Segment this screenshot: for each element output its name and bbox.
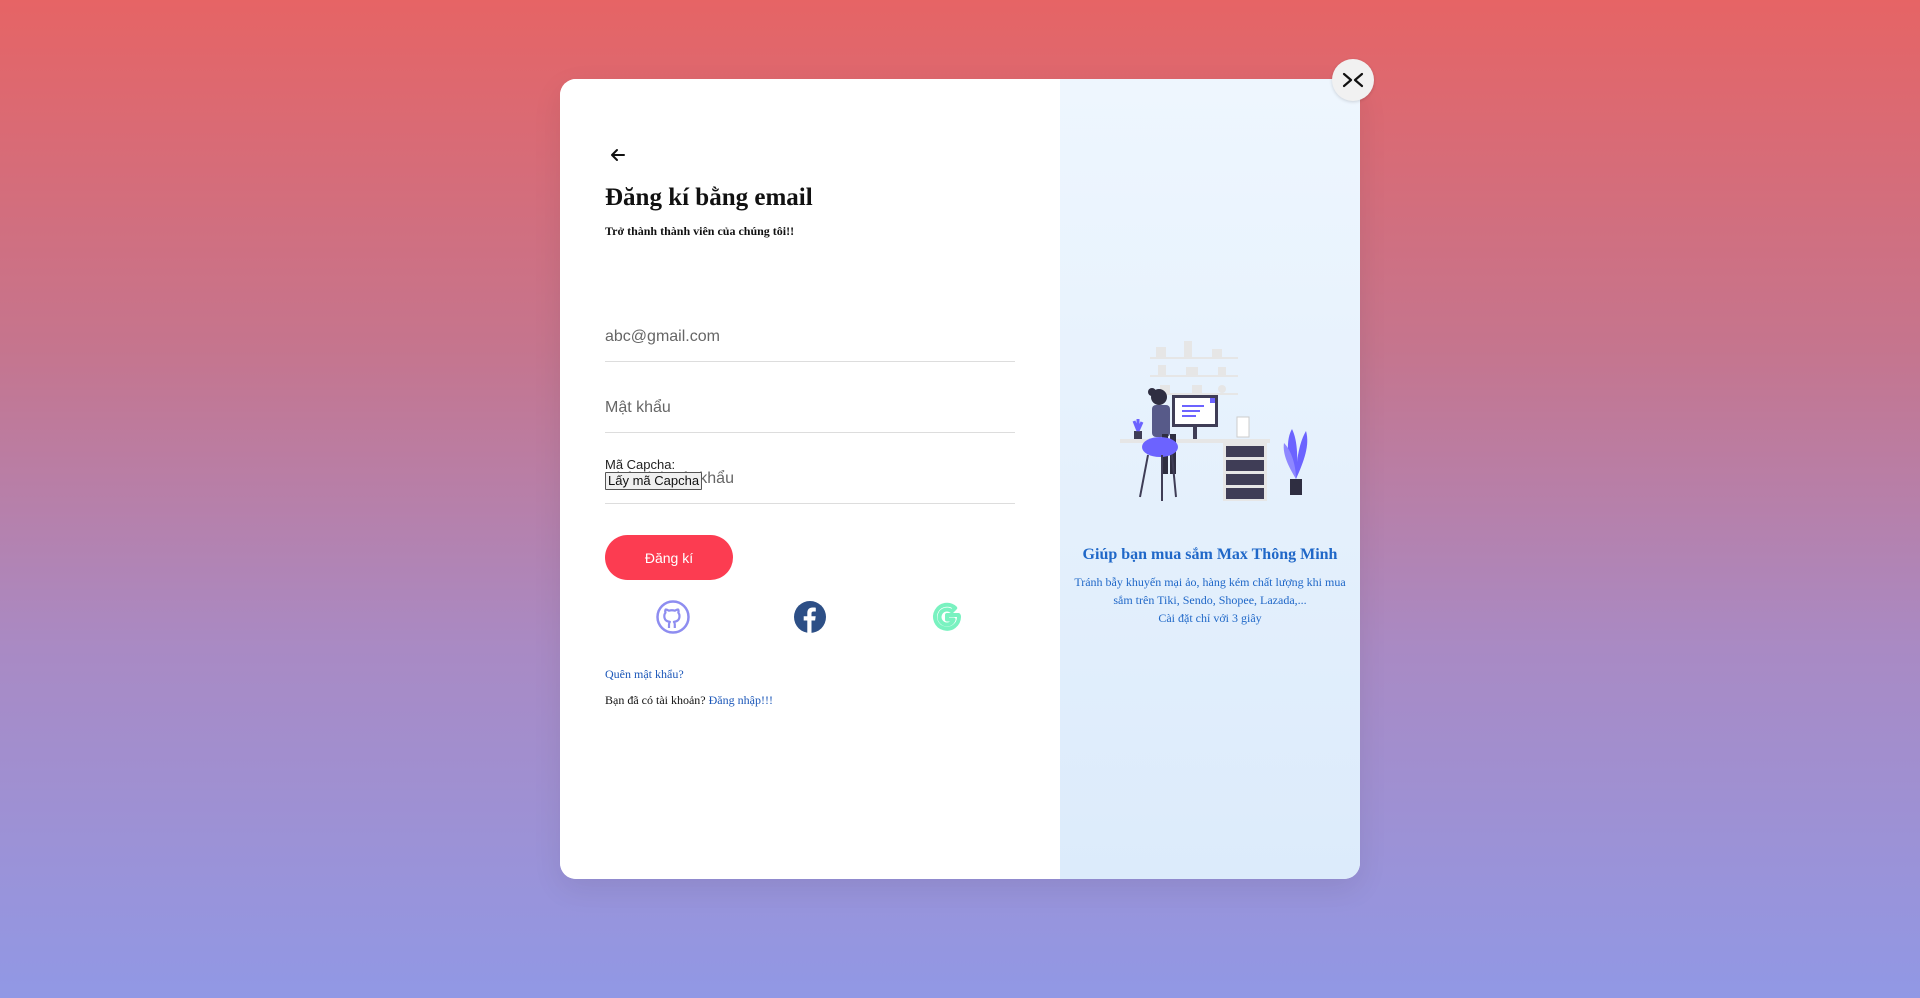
github-icon[interactable] <box>656 600 690 634</box>
promo-description: Tránh bẫy khuyến mại ảo, hàng kém chất l… <box>1060 573 1360 627</box>
login-link[interactable]: Đăng nhập!!! <box>709 693 773 707</box>
promo-title: Giúp bạn mua sắm Max Thông Minh <box>1082 546 1338 563</box>
have-account-label: Bạn đã có tài khoản? <box>605 693 706 707</box>
signup-panel: Đăng kí bằng email Trở thành thành viên … <box>560 79 1060 879</box>
google-icon[interactable] <box>930 600 964 634</box>
have-account-text: Bạn đã có tài khoản? Đăng nhập!!! <box>605 693 773 708</box>
page-title: Đăng kí bằng email <box>605 184 813 211</box>
promo-line-1: Tránh bẫy khuyến mại ảo, hàng kém chất l… <box>1074 575 1346 589</box>
facebook-icon[interactable] <box>793 600 827 634</box>
workspace-illustration <box>1100 329 1320 519</box>
promo-line-2: sắm trên Tiki, Sendo, Shopee, Lazada,... <box>1113 593 1307 607</box>
get-captcha-button[interactable]: Lấy mã Capcha <box>605 472 703 490</box>
register-button[interactable]: Đăng kí <box>605 535 733 580</box>
promo-panel: Giúp bạn mua sắm Max Thông Minh Tránh bẫ… <box>1060 79 1360 879</box>
back-arrow-icon[interactable] <box>604 141 632 169</box>
signup-modal: Đăng kí bằng email Trở thành thành viên … <box>560 79 1360 879</box>
password-field[interactable] <box>605 384 1015 433</box>
email-field[interactable] <box>605 313 1015 362</box>
promo-line-3: Cài đặt chỉ với 3 giây <box>1158 611 1262 625</box>
captcha-label: Mã Capcha: <box>605 457 676 472</box>
page-subtitle: Trở thành thành viên của chúng tôi!! <box>605 224 795 238</box>
forgot-password-link[interactable]: Quên mật khẩu? <box>605 667 684 682</box>
close-modal-icon[interactable] <box>1332 59 1374 101</box>
